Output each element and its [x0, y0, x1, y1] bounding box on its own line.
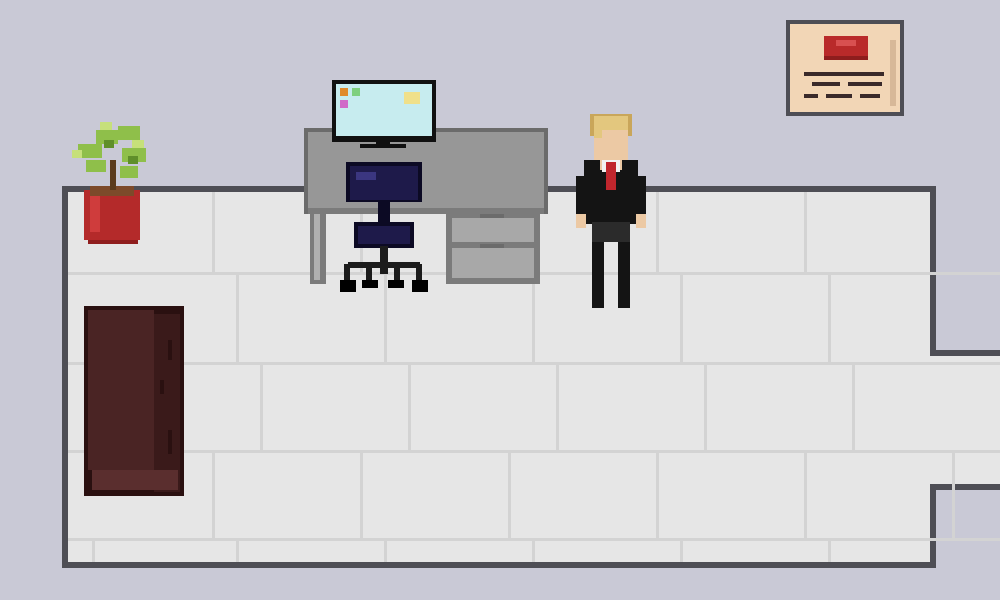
floor-grout-line — [656, 450, 659, 538]
floor-grout-line — [828, 272, 831, 362]
floor-grout-line — [236, 538, 239, 562]
floor-grout-line — [408, 362, 411, 450]
floor-grout-line — [68, 362, 1000, 365]
floor-grout-line — [656, 192, 659, 272]
floor-grout-line — [804, 450, 807, 538]
floor-grout-line — [852, 362, 855, 450]
floor-grout-line — [532, 272, 535, 362]
floor-grout-line — [260, 362, 263, 450]
floor-grout-line — [532, 538, 535, 562]
floor-grout-line — [236, 272, 239, 362]
floor-grout-line — [804, 192, 807, 272]
floor-grout-line — [360, 450, 363, 538]
room-canvas — [0, 0, 1000, 600]
floor-grout-line — [92, 538, 95, 562]
floor-grout-line — [952, 450, 955, 538]
floor-grout-line — [828, 538, 831, 562]
computer-monitor — [332, 80, 436, 148]
floor-grout-line — [68, 450, 1000, 453]
floor-grout-line — [680, 538, 683, 562]
floor-grout-line — [508, 450, 511, 538]
floor-grout-line — [680, 272, 683, 362]
wall-certificate — [786, 20, 904, 116]
floor-grout-line — [704, 362, 707, 450]
game-scene — [0, 0, 1000, 600]
floor-grout-line — [212, 192, 215, 272]
wooden-cabinet — [84, 306, 184, 496]
desk-drawers — [446, 214, 540, 284]
floor-grout-line — [212, 450, 215, 538]
floor-grout-line — [384, 272, 387, 362]
floor-grout-line — [556, 362, 559, 450]
floor-grout-line — [384, 538, 387, 562]
